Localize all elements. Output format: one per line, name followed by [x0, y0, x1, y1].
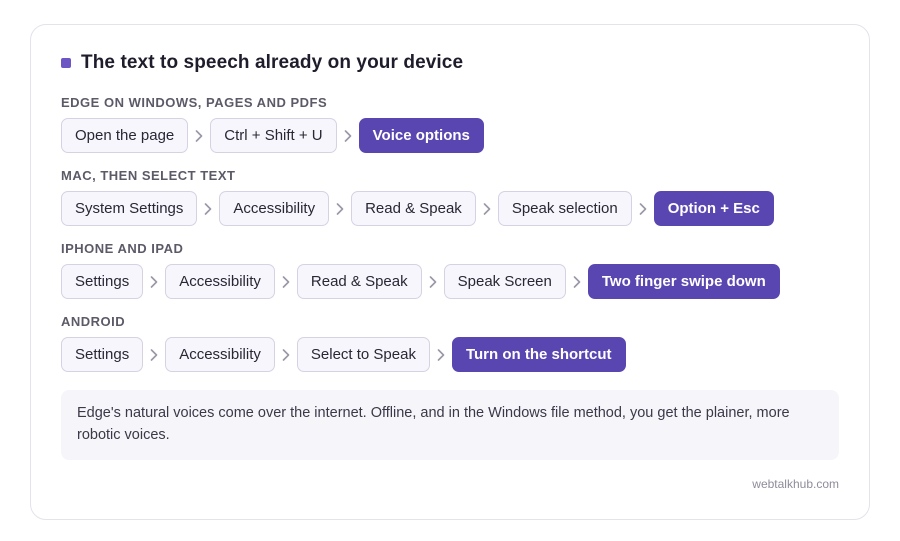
step-chip: Read & Speak — [296, 264, 422, 299]
info-card: The text to speech already on your devic… — [30, 24, 870, 520]
section-android: ANDROID Settings Accessibility Select to… — [61, 313, 626, 372]
final-step-chip: Option + Esc — [653, 191, 774, 226]
chevron-right-icon — [188, 129, 210, 142]
chevron-right-icon — [329, 202, 351, 215]
step-chip: Accessibility — [165, 337, 275, 372]
step-chip: Read & Speak — [351, 191, 476, 226]
section-label: ANDROID — [61, 314, 126, 329]
section-iphone-ipad: IPHONE AND IPAD Settings Accessibility R… — [61, 240, 780, 299]
card-title: The text to speech already on your devic… — [81, 52, 464, 73]
title-row: The text to speech already on your devic… — [61, 52, 463, 74]
step-chip: Settings — [61, 264, 144, 299]
square-bullet-icon — [61, 58, 71, 68]
chevron-right-icon — [337, 129, 359, 142]
section-label: IPHONE AND IPAD — [61, 241, 184, 256]
step-chip: Ctrl + Shift + U — [210, 118, 337, 153]
step-chip: Select to Speak — [296, 337, 430, 372]
chevron-right-icon — [143, 275, 165, 288]
chevron-right-icon — [632, 202, 654, 215]
step-chip: Accessibility — [219, 191, 330, 226]
step-chip: System Settings — [61, 191, 198, 226]
chevron-right-icon — [143, 348, 165, 361]
final-step-chip: Turn on the shortcut — [451, 337, 626, 372]
step-chip: Open the page — [61, 118, 189, 153]
step-chip: Accessibility — [165, 264, 275, 299]
section-edge-windows: EDGE ON WINDOWS, PAGES AND PDFS Open the… — [61, 94, 484, 153]
source-credit: webtalkhub.com — [752, 477, 839, 491]
chevron-right-icon — [197, 202, 219, 215]
chevron-right-icon — [430, 348, 452, 361]
chevron-right-icon — [275, 275, 297, 288]
section-label: MAC, THEN SELECT TEXT — [61, 168, 236, 183]
step-chip: Speak Screen — [443, 264, 566, 299]
info-note: Edge's natural voices come over the inte… — [61, 390, 839, 460]
chevron-right-icon — [422, 275, 444, 288]
chevron-right-icon — [566, 275, 588, 288]
step-chip: Speak selection — [497, 191, 632, 226]
step-path: Settings Accessibility Select to Speak T… — [61, 337, 626, 372]
chevron-right-icon — [476, 202, 498, 215]
section-label: EDGE ON WINDOWS, PAGES AND PDFS — [61, 95, 328, 110]
final-step-chip: Two finger swipe down — [587, 264, 780, 299]
step-path: Settings Accessibility Read & Speak Spea… — [61, 264, 780, 299]
section-mac: MAC, THEN SELECT TEXT System Settings Ac… — [61, 167, 774, 226]
final-step-chip: Voice options — [358, 118, 484, 153]
step-chip: Settings — [61, 337, 144, 372]
chevron-right-icon — [275, 348, 297, 361]
step-path: Open the page Ctrl + Shift + U Voice opt… — [61, 118, 484, 153]
step-path: System Settings Accessibility Read & Spe… — [61, 191, 774, 226]
